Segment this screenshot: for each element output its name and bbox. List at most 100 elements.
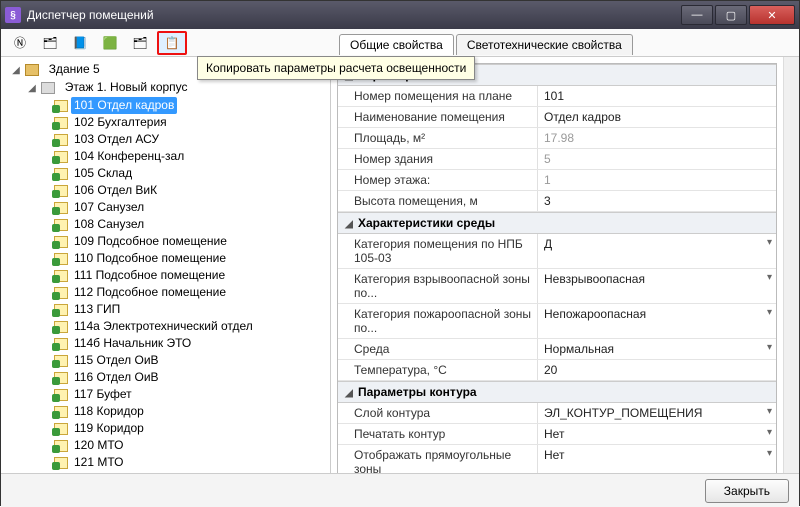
property-row[interactable]: Номер помещения на плане101 (338, 86, 776, 107)
tree-room[interactable]: 122 Холл (71, 471, 129, 473)
minimize-button[interactable]: — (681, 5, 713, 25)
property-key: Слой контура (338, 403, 538, 423)
tree-room[interactable]: 116 Отдел ОиВ (71, 369, 162, 386)
tree-room[interactable]: 110 Подсобное помещение (71, 250, 229, 267)
tree-room[interactable]: 111 Подсобное помещение (71, 267, 228, 284)
property-row[interactable]: Отображать прямоугольные зоныНет▾ (338, 445, 776, 473)
property-row[interactable]: Категория взрывоопасной зоны по...Невзры… (338, 269, 776, 304)
toolbar-btn-3[interactable]: 🟩 (97, 32, 123, 54)
property-value[interactable]: 17.98 (538, 128, 776, 148)
toolbar-btn-2[interactable]: 📘 (67, 32, 93, 54)
tab-lighting[interactable]: Светотехнические свойства (456, 34, 633, 55)
maximize-button[interactable]: ▢ (715, 5, 747, 25)
property-row[interactable]: СредаНормальная▾ (338, 339, 776, 360)
property-value[interactable]: Нет▾ (538, 445, 776, 473)
tree-building[interactable]: Здание 5 (46, 61, 103, 78)
property-row[interactable]: Номер этажа:1 (338, 170, 776, 191)
tree-room[interactable]: 106 Отдел ВиК (71, 182, 160, 199)
property-row[interactable]: Номер здания5 (338, 149, 776, 170)
tree-room[interactable]: 118 Коридор (71, 403, 147, 420)
property-row[interactable]: Наименование помещенияОтдел кадров (338, 107, 776, 128)
expand-icon[interactable]: ◢ (11, 62, 21, 79)
tree-room[interactable]: 113 ГИП (71, 301, 123, 318)
expand-icon[interactable]: ◢ (27, 80, 37, 97)
toolbar-btn-1[interactable]: 🗂 (37, 32, 63, 54)
chevron-down-icon[interactable]: ▾ (767, 342, 772, 353)
tree-room[interactable]: 101 Отдел кадров (71, 97, 177, 114)
tooltip-copy-params: Копировать параметры расчета освещенност… (197, 56, 475, 80)
tree-room[interactable]: 104 Конференц-зал (71, 148, 187, 165)
room-icon (54, 321, 68, 333)
tree-room[interactable]: 109 Подсобное помещение (71, 233, 230, 250)
room-icon (54, 100, 68, 112)
property-key: Номер здания (338, 149, 538, 169)
floor-icon (41, 82, 55, 94)
property-row[interactable]: Печатать контурНет▾ (338, 424, 776, 445)
tree-room[interactable]: 119 Коридор (71, 420, 147, 437)
property-row[interactable]: Высота помещения, м3 (338, 191, 776, 212)
room-icon (54, 287, 68, 299)
property-key: Среда (338, 339, 538, 359)
close-dialog-button[interactable]: Закрыть (705, 479, 789, 503)
room-icon (54, 202, 68, 214)
property-row[interactable]: Категория пожароопасной зоны по...Непожа… (338, 304, 776, 339)
tree-room[interactable]: 105 Склад (71, 165, 135, 182)
window-title: Диспетчер помещений (27, 8, 154, 22)
copy-lighting-params-button[interactable]: 📋 (157, 31, 187, 55)
room-tree[interactable]: ◢ Здание 5 ◢ Этаж 1. Новый корпус 101 От… (7, 61, 330, 473)
property-value[interactable]: 3 (538, 191, 776, 211)
property-value[interactable]: Отдел кадров (538, 107, 776, 127)
property-row[interactable]: Категория помещения по НПБ 105-03Д▾ (338, 234, 776, 269)
property-row[interactable]: Слой контураЭЛ_КОНТУР_ПОМЕЩЕНИЯ▾ (338, 403, 776, 424)
property-value[interactable]: Д▾ (538, 234, 776, 268)
chevron-down-icon[interactable]: ▾ (767, 237, 772, 248)
group-contour[interactable]: ◢Параметры контура (338, 381, 776, 403)
room-icon (54, 406, 68, 418)
chevron-down-icon[interactable]: ▾ (767, 307, 772, 318)
tree-room[interactable]: 107 Санузел (71, 199, 147, 216)
close-button[interactable]: ✕ (749, 5, 795, 25)
property-value[interactable]: 1 (538, 170, 776, 190)
scrollbar[interactable] (783, 57, 799, 473)
property-row[interactable]: Температура, °C20 (338, 360, 776, 381)
property-value[interactable]: Невзрывоопасная▾ (538, 269, 776, 303)
chevron-down-icon[interactable]: ▾ (767, 406, 772, 417)
tree-room[interactable]: 114б Начальник ЭТО (71, 335, 194, 352)
tree-room[interactable]: 120 МТО (71, 437, 126, 454)
chevron-down-icon[interactable]: ▾ (767, 448, 772, 459)
room-icon (54, 440, 68, 452)
tree-room[interactable]: 115 Отдел ОиВ (71, 352, 162, 369)
property-value[interactable]: Нормальная▾ (538, 339, 776, 359)
property-value[interactable]: 20 (538, 360, 776, 380)
tree-room[interactable]: 102 Бухгалтерия (71, 114, 170, 131)
tree-floor[interactable]: Этаж 1. Новый корпус (62, 79, 191, 96)
property-key: Площадь, м² (338, 128, 538, 148)
app-icon: § (5, 7, 21, 23)
property-value[interactable]: 101 (538, 86, 776, 106)
room-icon (54, 457, 68, 469)
property-row[interactable]: Площадь, м²17.98 (338, 128, 776, 149)
tree-room[interactable]: 114а Электротехнический отдел (71, 318, 256, 335)
toolbar-btn-4[interactable]: 🗂 (127, 32, 153, 54)
chevron-down-icon[interactable]: ▾ (767, 427, 772, 438)
tree-room[interactable]: 117 Буфет (71, 386, 135, 403)
property-value[interactable]: Нет▾ (538, 424, 776, 444)
property-panel: ◢Характеристики Номер помещения на плане… (331, 57, 783, 473)
tree-room[interactable]: 103 Отдел АСУ (71, 131, 162, 148)
tab-general[interactable]: Общие свойства (339, 34, 454, 55)
toolbar-btn-logo[interactable]: Ⓝ (7, 32, 33, 54)
titlebar: § Диспетчер помещений — ▢ ✕ (1, 1, 799, 29)
tree-room[interactable]: 108 Санузел (71, 216, 147, 233)
property-key: Отображать прямоугольные зоны (338, 445, 538, 473)
property-value[interactable]: ЭЛ_КОНТУР_ПОМЕЩЕНИЯ▾ (538, 403, 776, 423)
chevron-down-icon[interactable]: ▾ (767, 272, 772, 283)
building-icon (25, 64, 39, 76)
property-value[interactable]: 5 (538, 149, 776, 169)
room-icon (54, 134, 68, 146)
tree-room[interactable]: 121 МТО (71, 454, 126, 471)
property-value[interactable]: Непожароопасная▾ (538, 304, 776, 338)
room-icon (54, 389, 68, 401)
property-key: Печатать контур (338, 424, 538, 444)
group-environment[interactable]: ◢Характеристики среды (338, 212, 776, 234)
tree-room[interactable]: 112 Подсобное помещение (71, 284, 229, 301)
